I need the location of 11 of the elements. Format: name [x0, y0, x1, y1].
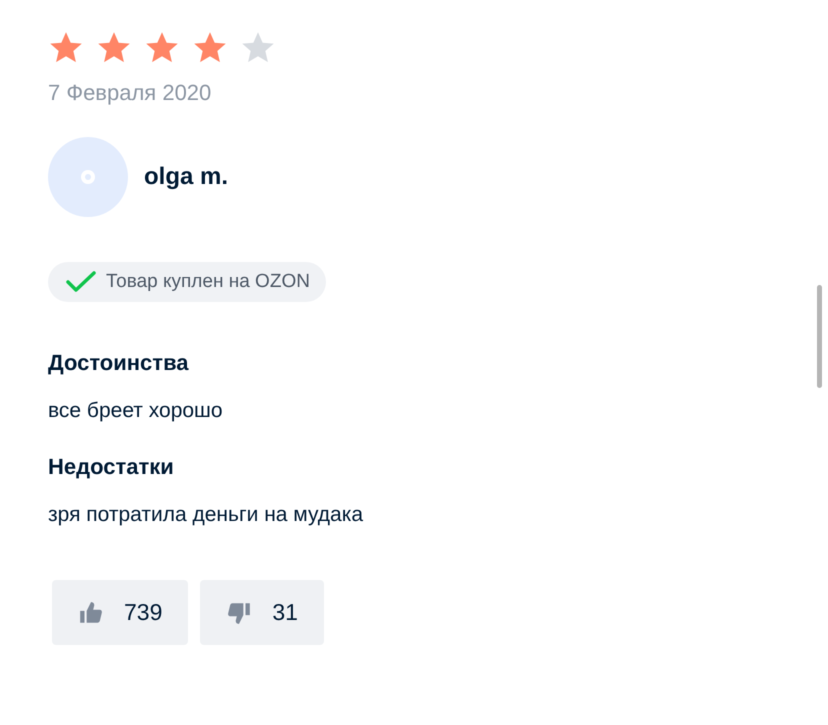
check-icon [66, 271, 96, 293]
section-heading: Достоинства [48, 350, 190, 376]
section-heading: Недостатки [48, 454, 175, 480]
like-button[interactable]: 739 [52, 580, 188, 645]
author-name: olga m. [144, 162, 228, 192]
review-text: зря потратила деньги на мудака [48, 502, 364, 528]
dislike-button[interactable]: 31 [200, 580, 324, 645]
thumbs-up-icon [78, 600, 104, 626]
verified-purchase-badge: Товар куплен на OZON [48, 262, 326, 302]
review-date: 7 Февраля 2020 [48, 79, 212, 107]
review-text: все бреет хорошо [48, 398, 224, 424]
